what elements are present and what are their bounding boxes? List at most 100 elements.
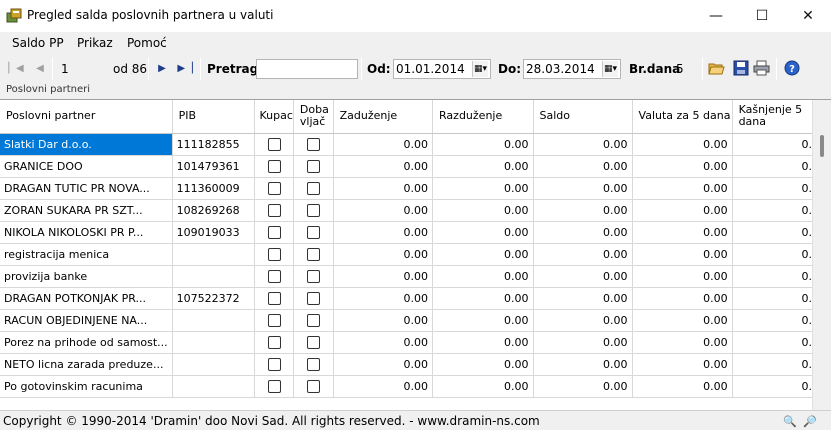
checkbox-box[interactable] <box>306 247 320 261</box>
dobavljac-checkbox[interactable] <box>293 309 334 332</box>
print-icon[interactable] <box>753 60 770 76</box>
razduzenje-cell[interactable]: 0.00 <box>432 287 534 310</box>
table-row[interactable]: DRAGAN POTKONJAK PR... 107522372 0.00 0.00 0… <box>0 287 831 310</box>
kupac-checkbox[interactable] <box>254 353 294 376</box>
kupac-checkbox[interactable] <box>254 375 294 398</box>
table-row[interactable]: Slatki Dar d.o.o. 111182855 0.00 0.00 0.00 0.… <box>0 133 831 156</box>
column-header-kupac[interactable]: Kupac <box>254 100 294 134</box>
menu-pomoc[interactable]: Pomoć <box>127 36 167 50</box>
dobavljac-checkbox[interactable] <box>293 155 334 178</box>
saldo-cell[interactable]: 0.00 <box>533 309 633 332</box>
table-row[interactable]: RACUN OBJEDINJENE NA...0.000.000.000.000… <box>0 309 831 332</box>
checkbox-box[interactable] <box>267 291 281 305</box>
to-date-picker[interactable]: 28.03.2014 ▦▾ <box>523 59 621 79</box>
dobavljac-checkbox[interactable] <box>293 265 334 288</box>
kupac-checkbox[interactable] <box>254 243 294 266</box>
checkbox-box[interactable] <box>306 137 320 151</box>
pib-cell[interactable] <box>172 265 256 288</box>
checkbox-box[interactable] <box>267 159 281 173</box>
dobavljac-checkbox[interactable] <box>293 353 334 376</box>
partner-name-cell[interactable]: Porez na prihode od samost... <box>0 331 173 354</box>
column-header-razduzenje[interactable]: Razduženje <box>432 100 534 134</box>
menu-saldo-pp[interactable]: Saldo PP <box>12 36 64 50</box>
kupac-checkbox[interactable] <box>254 133 294 156</box>
saldo-cell[interactable]: 0.00 <box>533 331 633 354</box>
table-row[interactable]: provizija banke0.000.000.000.000.00 <box>0 265 831 288</box>
saldo-cell[interactable]: 0.00 <box>533 133 633 156</box>
razduzenje-cell[interactable]: 0.00 <box>432 221 534 244</box>
valuta-cell[interactable]: 0.00 <box>632 287 733 310</box>
table-row[interactable]: registracija menica0.000.000.000.000.00 <box>0 243 831 266</box>
saldo-cell[interactable]: 0.00 <box>533 375 633 398</box>
checkbox-box[interactable] <box>306 203 320 217</box>
saldo-cell[interactable]: 0.00 <box>533 177 633 200</box>
saldo-cell[interactable]: 0.00 <box>533 221 633 244</box>
kupac-checkbox[interactable] <box>254 199 294 222</box>
partner-name-cell[interactable]: DRAGAN POTKONJAK PR... <box>0 287 173 310</box>
partner-name-cell[interactable]: Po gotovinskim racunima <box>0 375 173 398</box>
pib-cell[interactable]: 108269268 <box>172 199 256 222</box>
table-row[interactable]: Porez na prihode od samost... 0.00 0.00 0.0… <box>0 331 831 354</box>
checkbox-box[interactable] <box>267 357 281 371</box>
valuta-cell[interactable]: 0.00 <box>632 375 733 398</box>
checkbox-box[interactable] <box>306 335 320 349</box>
saldo-cell[interactable]: 0.00 <box>533 155 633 178</box>
previous-record-icon[interactable]: ◀ <box>33 61 47 75</box>
valuta-cell[interactable]: 0.00 <box>632 199 733 222</box>
saldo-cell[interactable]: 0.00 <box>533 287 633 310</box>
first-record-icon[interactable]: ▏◀ <box>8 61 23 75</box>
partner-name-cell[interactable]: NIKOLA NIKOLOSKI PR P... <box>0 221 173 244</box>
zaduzenje-cell[interactable]: 0.00 <box>333 155 434 178</box>
partner-name-cell[interactable]: GRANICE DOO <box>0 155 173 178</box>
pib-cell[interactable] <box>172 309 256 332</box>
table-row[interactable]: Po gotovinskim racunima0.000.000.000.000… <box>0 375 831 398</box>
days-input[interactable]: 5 <box>673 59 697 79</box>
column-header-dobavljac[interactable]: Dobavljač <box>293 100 334 134</box>
kupac-checkbox[interactable] <box>254 331 294 354</box>
help-icon[interactable]: ? <box>784 60 800 76</box>
zaduzenje-cell[interactable]: 0.00 <box>333 309 434 332</box>
kupac-checkbox[interactable] <box>254 177 294 200</box>
zaduzenje-cell[interactable]: 0.00 <box>333 177 434 200</box>
dobavljac-checkbox[interactable] <box>293 287 334 310</box>
calendar-dropdown-icon[interactable]: ▦▾ <box>602 61 618 77</box>
maximize-button[interactable]: ☐ <box>739 0 785 32</box>
checkbox-box[interactable] <box>267 203 281 217</box>
dobavljac-checkbox[interactable] <box>293 133 334 156</box>
zoom-in-icon[interactable]: 🔍 <box>783 414 797 428</box>
valuta-cell[interactable]: 0.00 <box>632 243 733 266</box>
column-header-zaduzenje[interactable]: Zaduženje <box>333 100 434 134</box>
valuta-cell[interactable]: 0.00 <box>632 309 733 332</box>
zaduzenje-cell[interactable]: 0.00 <box>333 221 434 244</box>
checkbox-box[interactable] <box>267 379 281 393</box>
scrollbar-thumb[interactable] <box>820 135 824 157</box>
checkbox-box[interactable] <box>306 291 320 305</box>
pib-cell[interactable]: 111182855 <box>172 133 256 156</box>
partner-name-cell[interactable]: provizija banke <box>0 265 173 288</box>
dobavljac-checkbox[interactable] <box>293 221 334 244</box>
column-header-pib[interactable]: PIB <box>172 100 256 134</box>
checkbox-box[interactable] <box>267 225 281 239</box>
checkbox-box[interactable] <box>306 225 320 239</box>
table-row[interactable]: NIKOLA NIKOLOSKI PR P... 109019033 0.00 0.0… <box>0 221 831 244</box>
close-button[interactable]: ✕ <box>785 0 831 32</box>
next-record-icon[interactable]: ▶ <box>155 61 169 75</box>
column-header-saldo[interactable]: Saldo <box>533 100 633 134</box>
checkbox-box[interactable] <box>267 313 281 327</box>
razduzenje-cell[interactable]: 0.00 <box>432 199 534 222</box>
zaduzenje-cell[interactable]: 0.00 <box>333 353 434 376</box>
minimize-button[interactable]: — <box>693 0 739 32</box>
razduzenje-cell[interactable]: 0.00 <box>432 375 534 398</box>
checkbox-box[interactable] <box>306 357 320 371</box>
kupac-checkbox[interactable] <box>254 287 294 310</box>
vertical-scrollbar[interactable] <box>812 100 831 410</box>
razduzenje-cell[interactable]: 0.00 <box>432 331 534 354</box>
partner-name-cell[interactable]: DRAGAN TUTIC PR NOVA... <box>0 177 173 200</box>
pib-cell[interactable] <box>172 375 256 398</box>
pib-cell[interactable] <box>172 331 256 354</box>
partner-name-cell[interactable]: NETO licna zarada preduze... <box>0 353 173 376</box>
kupac-checkbox[interactable] <box>254 221 294 244</box>
calendar-dropdown-icon[interactable]: ▦▾ <box>472 61 488 77</box>
razduzenje-cell[interactable]: 0.00 <box>432 155 534 178</box>
table-row[interactable]: GRANICE DOO1014793610.000.000.000.000.00 <box>0 155 831 178</box>
